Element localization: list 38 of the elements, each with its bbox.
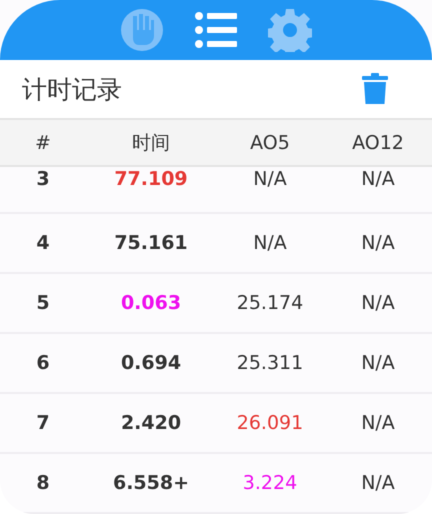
table-cell-text: N/A <box>252 232 288 254</box>
table-cell-text: 8 <box>35 472 51 494</box>
table-cell-text: N/A <box>360 168 396 190</box>
table-cell-text: 77.109 <box>113 168 189 190</box>
table-cell-text: 5 <box>35 292 51 314</box>
table-cell-text: 3 <box>35 168 51 190</box>
table-cell-text: 6.558+ <box>112 472 190 494</box>
column-header: AO5 <box>249 132 291 154</box>
table-cell-text: 4 <box>35 232 51 254</box>
table-cell-text: N/A <box>360 412 396 434</box>
table-cell-text: N/A <box>360 472 396 494</box>
table-cell-text: 0.063 <box>120 292 182 314</box>
table-cell-text: 7 <box>35 412 51 434</box>
column-header: # <box>34 132 52 154</box>
column-header: AO12 <box>351 132 405 154</box>
table-row[interactable]: 3 77.109 N/A N/A <box>0 168 432 214</box>
table-cell-text: N/A <box>360 232 396 254</box>
page-title: 计时记录 <box>22 74 122 106</box>
table-cell-text: N/A <box>252 168 288 190</box>
table-cell-text: 75.161 <box>113 232 189 254</box>
settings-icon[interactable] <box>268 8 312 52</box>
table-cell-text: 26.091 <box>236 412 304 434</box>
table-row[interactable]: 6 0.694 25.311 N/A <box>0 334 432 394</box>
trash-icon[interactable] <box>362 73 388 105</box>
table-cell-text: N/A <box>360 292 396 314</box>
table-row[interactable]: 5 0.063 25.174 N/A <box>0 274 432 334</box>
table-cell-text: 3.224 <box>242 472 298 494</box>
hand-icon[interactable] <box>120 8 164 52</box>
table-cell-text: 25.174 <box>236 292 304 314</box>
table-cell-text: 0.694 <box>120 352 182 374</box>
table-cell-text: 6 <box>35 352 51 374</box>
table-cell-text: 25.311 <box>236 352 304 374</box>
table-row[interactable]: 4 75.161 N/A N/A <box>0 214 432 274</box>
column-header: 时间 <box>131 130 171 156</box>
table-row[interactable]: 8 6.558+ 3.224 N/A <box>0 454 432 514</box>
table-cell-text: N/A <box>360 352 396 374</box>
table-row[interactable]: 7 2.420 26.091 N/A <box>0 394 432 454</box>
table-cell-text: 2.420 <box>120 412 182 434</box>
